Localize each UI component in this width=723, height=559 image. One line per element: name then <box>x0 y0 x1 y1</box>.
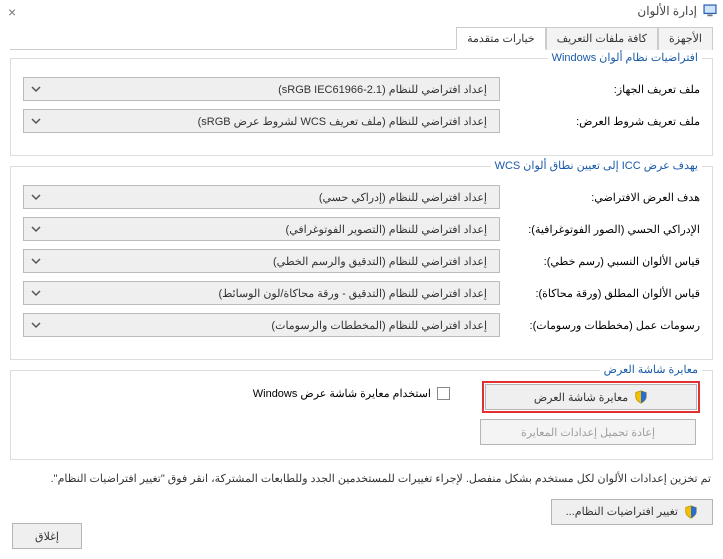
chevron-down-icon <box>30 287 42 299</box>
relative-label: قياس الألوان النسبي (رسم خطي): <box>510 255 700 268</box>
shield-icon <box>634 390 648 404</box>
defaults-group-title: افتراضيات نظام ألوان Windows <box>548 51 702 64</box>
change-system-defaults-button[interactable]: تغيير افتراضيات النظام... <box>551 499 713 525</box>
absolute-combo[interactable]: إعداد افتراضي للنظام (التدقيق - ورقة محا… <box>23 281 500 305</box>
device-profile-combo[interactable]: إعداد افتراضي للنظام (sRGB IEC61966-2.1) <box>23 77 500 101</box>
app-icon <box>703 4 717 18</box>
viewing-profile-combo[interactable]: إعداد افتراضي للنظام (ملف تعريف WCS لشرو… <box>23 109 500 133</box>
calibration-group-title: معايرة شاشة العرض <box>600 363 702 376</box>
chevron-down-icon <box>30 191 42 203</box>
chevron-down-icon <box>30 223 42 235</box>
wcs-group-title: يهدف عرض ICC إلى تعيين نطاق ألوان WCS <box>491 159 702 172</box>
perceptual-label: الإدراكي الحسي (الصور الفوتوغرافية): <box>510 223 700 236</box>
default-intent-value: إعداد افتراضي للنظام (إدراكي حسي) <box>42 191 491 204</box>
use-windows-calibration-label: استخدام معايرة شاشة عرض Windows <box>253 387 431 400</box>
relative-value: إعداد افتراضي للنظام (التدقيق والرسم الخ… <box>42 255 491 268</box>
business-combo[interactable]: إعداد افتراضي للنظام (المخططات والرسومات… <box>23 313 500 337</box>
chevron-down-icon <box>30 115 42 127</box>
default-intent-combo[interactable]: إعداد افتراضي للنظام (إدراكي حسي) <box>23 185 500 209</box>
chevron-down-icon <box>30 319 42 331</box>
tabs: الأجهزة كافة ملفات التعريف خيارات متقدمة <box>10 26 713 50</box>
default-intent-label: هدف العرض الافتراضي: <box>510 191 700 204</box>
reload-calibration-button: إعادة تحميل إعدادات المعايرة <box>480 419 696 445</box>
tab-advanced[interactable]: خيارات متقدمة <box>456 27 546 50</box>
tab-all-profiles[interactable]: كافة ملفات التعريف <box>546 27 658 50</box>
reload-calibration-label: إعادة تحميل إعدادات المعايرة <box>521 426 655 439</box>
chevron-down-icon <box>30 255 42 267</box>
device-profile-label: ملف تعريف الجهاز: <box>510 83 700 96</box>
perceptual-value: إعداد افتراضي للنظام (التصوير الفوتوغراف… <box>42 223 491 236</box>
calibrate-display-button[interactable]: معايرة شاشة العرض <box>485 384 697 410</box>
business-label: رسومات عمل (مخططات ورسومات): <box>510 319 700 332</box>
device-profile-value: إعداد افتراضي للنظام (sRGB IEC61966-2.1) <box>42 83 491 96</box>
change-system-defaults-label: تغيير افتراضيات النظام... <box>566 505 678 518</box>
window-title: إدارة الألوان <box>637 4 697 18</box>
absolute-label: قياس الألوان المطلق (ورقة محاكاة): <box>510 287 700 300</box>
defaults-group: افتراضيات نظام ألوان Windows ملف تعريف ا… <box>10 58 713 156</box>
wcs-group: يهدف عرض ICC إلى تعيين نطاق ألوان WCS هد… <box>10 166 713 360</box>
calibration-group: معايرة شاشة العرض معايرة شاشة العرض <box>10 370 713 460</box>
shield-icon <box>684 505 698 519</box>
viewing-profile-value: إعداد افتراضي للنظام (ملف تعريف WCS لشرو… <box>42 115 491 128</box>
viewing-profile-label: ملف تعريف شروط العرض: <box>510 115 700 128</box>
chevron-down-icon <box>30 83 42 95</box>
tab-devices[interactable]: الأجهزة <box>658 27 713 50</box>
absolute-value: إعداد افتراضي للنظام (التدقيق - ورقة محا… <box>42 287 491 300</box>
close-icon[interactable]: × <box>8 4 16 20</box>
info-text: تم تخزين إعدادات الألوان لكل مستخدم بشكل… <box>12 470 711 489</box>
relative-combo[interactable]: إعداد افتراضي للنظام (التدقيق والرسم الخ… <box>23 249 500 273</box>
use-windows-calibration-checkbox[interactable] <box>437 387 450 400</box>
perceptual-combo[interactable]: إعداد افتراضي للنظام (التصوير الفوتوغراف… <box>23 217 500 241</box>
close-button-label: إغلاق <box>35 530 59 543</box>
calibrate-display-label: معايرة شاشة العرض <box>534 391 628 404</box>
close-button[interactable]: إغلاق <box>12 523 82 549</box>
business-value: إعداد افتراضي للنظام (المخططات والرسومات… <box>42 319 491 332</box>
calibrate-highlight: معايرة شاشة العرض <box>482 381 700 413</box>
